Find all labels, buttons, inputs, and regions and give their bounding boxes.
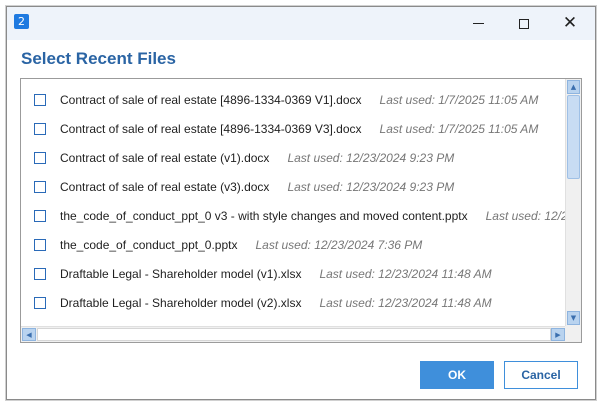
list-item[interactable]: Draftable Legal - Shareholder model (v2)…: [21, 288, 567, 317]
maximize-button[interactable]: [501, 7, 547, 40]
file-name: Contract of sale of real estate (v3).doc…: [60, 179, 270, 194]
recent-files-list[interactable]: Contract of sale of real estate [4896-13…: [20, 78, 582, 343]
vertical-scrollbar[interactable]: ▲ ▼: [565, 79, 581, 326]
maximize-icon: [519, 18, 529, 29]
list-item[interactable]: Contract of sale of real estate (v3).doc…: [21, 172, 567, 201]
file-name: Draftable Legal - Shareholder model (v2)…: [60, 295, 302, 310]
file-entry: Contract of sale of real estate [4896-13…: [60, 93, 538, 107]
file-checkbox[interactable]: [34, 209, 46, 222]
list-item[interactable]: the_code_of_conduct_ppt_0.pptx Last used:…: [21, 230, 567, 259]
file-entry: the_code_of_conduct_ppt_0 v3 - with styl…: [60, 209, 567, 223]
file-checkbox[interactable]: [34, 93, 46, 106]
app-icon: 2: [14, 14, 29, 29]
scroll-down-icon[interactable]: ▼: [567, 311, 580, 325]
file-checkbox[interactable]: [34, 122, 46, 135]
file-checkbox[interactable]: [34, 296, 46, 309]
list-item[interactable]: Basic-Non-Disclosure-Agreement (template…: [21, 317, 567, 326]
minimize-icon: [472, 23, 484, 24]
list-item[interactable]: Contract of sale of real estate (v1).doc…: [21, 143, 567, 172]
ok-button[interactable]: OK: [420, 361, 494, 389]
horizontal-scrollbar[interactable]: ◀ ▶: [21, 326, 567, 342]
file-entry: Contract of sale of real estate (v3).doc…: [60, 180, 454, 194]
horizontal-scroll-thumb[interactable]: [37, 328, 551, 341]
file-entry: Draftable Legal - Shareholder model (v1)…: [60, 267, 492, 281]
cancel-button[interactable]: Cancel: [504, 361, 578, 389]
file-entry: Contract of sale of real estate [4896-13…: [60, 122, 538, 136]
close-icon: ✕: [562, 13, 578, 33]
dialog-window: 2 ✕ Select Recent Files Contract of sale…: [6, 6, 596, 400]
file-name: Contract of sale of real estate (v1).doc…: [60, 150, 270, 165]
last-used-date: Last used: 12/23: [485, 208, 567, 223]
file-checkbox[interactable]: [34, 180, 46, 193]
last-used-date: Last used: 12/23/2024 11:48 AM: [319, 266, 492, 281]
file-name: the_code_of_conduct_ppt_0.pptx: [60, 237, 238, 252]
file-checkbox[interactable]: [34, 238, 46, 251]
last-used-date: Last used: 1/7/2025 11:05 AM: [379, 92, 539, 107]
list-item[interactable]: Contract of sale of real estate [4896-13…: [21, 85, 567, 114]
list-item[interactable]: Contract of sale of real estate [4896-13…: [21, 114, 567, 143]
vertical-scroll-thumb[interactable]: [567, 95, 580, 179]
last-used-date: Last used: 12/23/2024 9:23 PM: [287, 179, 455, 194]
file-entry: the_code_of_conduct_ppt_0.pptx Last used:…: [60, 238, 422, 252]
file-name: Draftable Legal - Shareholder model (v1)…: [60, 266, 302, 281]
last-used-date: Last used: 12/23/2024 11:48 AM: [319, 295, 492, 310]
file-rows: Contract of sale of real estate [4896-13…: [21, 79, 567, 326]
close-button[interactable]: ✕: [547, 7, 593, 40]
list-item[interactable]: the_code_of_conduct_ppt_0 v3 - with styl…: [21, 201, 567, 230]
minimize-button[interactable]: [455, 7, 501, 40]
file-name: Contract of sale of real estate [4896-13…: [60, 121, 362, 136]
last-used-date: Last used: 1/7/2025 11:05 AM: [379, 121, 539, 136]
last-used-date: Last used: 12/23/2024 9:23 PM: [287, 150, 455, 165]
last-used-date: Last used: 12/23/2024 7:36 PM: [255, 237, 423, 252]
scroll-up-icon[interactable]: ▲: [567, 80, 580, 94]
file-checkbox[interactable]: [34, 267, 46, 280]
file-name: Contract of sale of real estate [4896-13…: [60, 92, 362, 107]
dialog-title: Select Recent Files: [21, 49, 176, 68]
file-checkbox[interactable]: [34, 151, 46, 164]
list-item[interactable]: Draftable Legal - Shareholder model (v1)…: [21, 259, 567, 288]
scrollbar-corner: [565, 326, 581, 342]
file-name: the_code_of_conduct_ppt_0 v3 - with styl…: [60, 208, 468, 223]
file-entry: Draftable Legal - Shareholder model (v2)…: [60, 296, 492, 310]
file-entry: Contract of sale of real estate (v1).doc…: [60, 151, 454, 165]
title-bar[interactable]: 2 ✕: [7, 7, 595, 40]
scroll-right-icon[interactable]: ▶: [551, 328, 565, 341]
scroll-left-icon[interactable]: ◀: [22, 328, 36, 341]
